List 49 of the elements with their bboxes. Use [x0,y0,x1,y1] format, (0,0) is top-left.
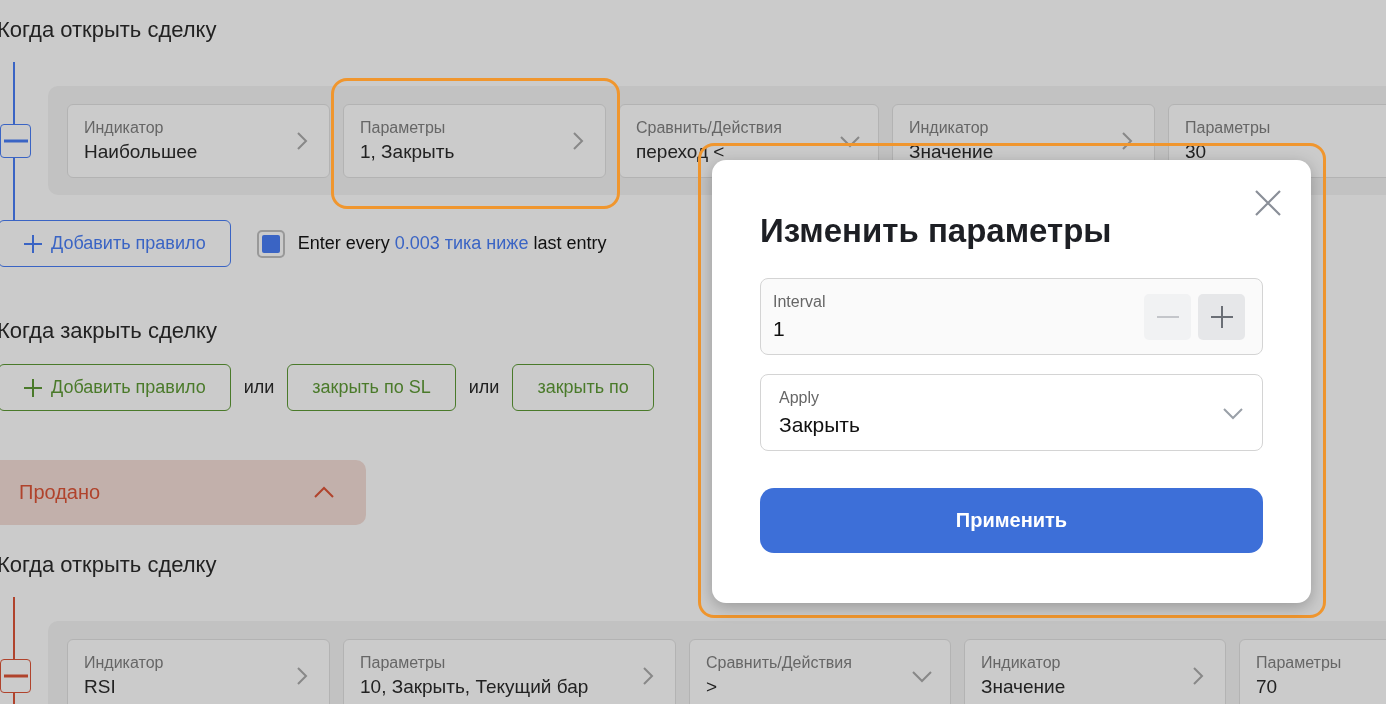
card-value: Значение [909,141,994,163]
card-label: Сравнить/Действия [706,654,852,672]
rule-card[interactable]: Индикатор Значение [964,639,1226,704]
card-value: 70 [1256,676,1279,698]
card-value: RSI [84,676,117,698]
select-field[interactable]: Apply Закрыть [760,374,1263,451]
rule-card[interactable]: Параметры 1, Закрыть [343,104,606,178]
number-field[interactable]: Interval 1 [760,278,1263,355]
card-label: Индикатор [84,119,165,137]
minus-icon [3,674,28,678]
apply-button[interactable]: Применить [760,488,1263,553]
plus-icon [23,377,43,398]
field-value: 1 [773,316,786,341]
or-label: или [243,377,275,398]
rule-card[interactable]: Сравнить/Действия > [689,639,951,704]
card-label: Параметры [360,654,447,672]
card-label: Индикатор [981,654,1062,672]
card-label: Индикатор [84,654,164,672]
plus-icon [23,233,43,254]
card-label: Параметры [1256,654,1342,672]
rule-card[interactable]: Индикатор RSI [67,639,330,704]
card-label: Параметры [1185,119,1271,137]
increment-button[interactable] [1198,293,1245,340]
card-value: Значение [981,676,1066,698]
plus-icon [1210,305,1233,328]
rule-card[interactable]: Индикатор Наибольшее [67,104,330,178]
rule-card[interactable]: Параметры 70 [1239,639,1386,704]
field-label: Apply [779,388,821,407]
close-icon [1253,188,1283,218]
card-value: 1, Закрыть [360,141,455,163]
dialog-title: Изменить параметры [760,212,1113,251]
card-value: 10, Закрыть, Текущий бар [360,676,589,698]
remove-rule-button[interactable] [0,659,31,693]
checkbox[interactable] [256,229,285,258]
or-label: или [468,377,500,398]
card-value: Наибольшее [84,141,198,163]
rule-card[interactable]: Параметры 10, Закрыть, Текущий бар [343,639,676,704]
remove-rule-button[interactable] [0,124,31,158]
field-value: Закрыть [779,412,860,437]
card-label: Сравнить/Действия [636,119,782,137]
entry-option-text: Enter every 0.003 тика ниже last entry [297,233,607,254]
card-label: Параметры [360,119,447,137]
group-title: Продано [19,481,101,504]
field-label: Interval [773,292,826,311]
minus-icon [1156,315,1179,318]
close-button[interactable] [1253,188,1283,218]
minus-icon [3,139,28,143]
card-value: > [706,676,719,698]
card-label: Индикатор [909,119,990,137]
